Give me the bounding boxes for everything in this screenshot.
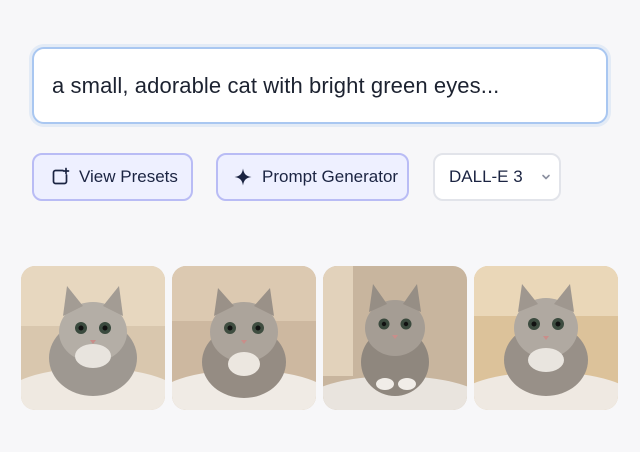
- prompt-generator-button[interactable]: Prompt Generator: [216, 153, 409, 201]
- generated-image[interactable]: [323, 266, 467, 410]
- prompt-generator-label: Prompt Generator: [262, 167, 399, 186]
- model-select-value: DALL-E 3: [449, 167, 523, 186]
- view-presets-label: View Presets: [79, 167, 178, 186]
- model-select[interactable]: DALL-E 3: [433, 153, 561, 201]
- prompt-input[interactable]: a small, adorable cat with bright green …: [32, 47, 608, 124]
- generated-image[interactable]: [21, 266, 165, 410]
- generated-image[interactable]: [474, 266, 618, 410]
- view-presets-button[interactable]: View Presets: [32, 153, 193, 201]
- chevron-down-icon: [539, 170, 553, 184]
- sparkle-icon: [233, 167, 253, 187]
- generated-image[interactable]: [172, 266, 316, 410]
- add-preset-icon: [50, 167, 70, 187]
- prompt-text: a small, adorable cat with bright green …: [52, 72, 500, 98]
- image-gallery: [21, 266, 621, 410]
